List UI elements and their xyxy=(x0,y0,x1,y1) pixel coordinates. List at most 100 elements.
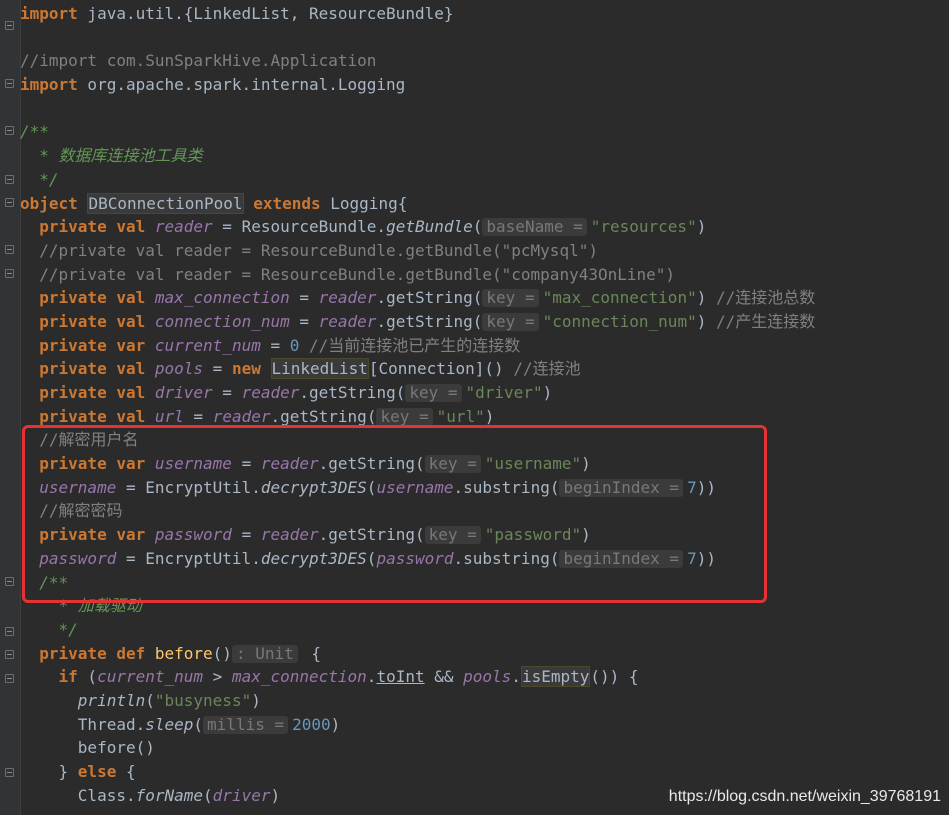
parameter-hint: key = xyxy=(482,312,539,331)
code-line[interactable]: private val driver = reader.getString(ke… xyxy=(20,381,949,405)
code-token: = xyxy=(289,288,319,308)
code-token: //产生连接数 xyxy=(715,311,816,331)
code-token: ( xyxy=(193,714,204,734)
code-token: * 数据库连接池工具类 xyxy=(20,146,203,166)
fold-marker-icon[interactable] xyxy=(5,674,14,683)
code-token: reader xyxy=(154,217,213,237)
code-token: private val xyxy=(39,359,146,379)
code-token: import xyxy=(20,75,78,95)
code-token: "url" xyxy=(436,406,485,426)
fold-marker-icon[interactable] xyxy=(5,269,14,278)
code-token: ) xyxy=(696,288,716,308)
code-line[interactable]: import org.apache.spark.internal.Logging xyxy=(20,73,949,97)
code-token: private val xyxy=(39,406,146,426)
parameter-hint: millis = xyxy=(203,715,289,734)
code-line[interactable]: private var current_num = 0 //当前连接池已产生的连… xyxy=(20,334,949,358)
code-token: reader xyxy=(241,383,300,402)
fold-marker-icon[interactable] xyxy=(5,126,14,135)
code-token: max_connection xyxy=(154,288,290,308)
code-line[interactable]: object DBConnectionPool extends Logging{ xyxy=(20,192,949,216)
fold-marker-icon[interactable] xyxy=(5,79,14,88)
code-line[interactable]: if (current_num > max_connection.toInt &… xyxy=(20,665,949,689)
code-token: = xyxy=(289,311,319,331)
code-token: "connection_num" xyxy=(542,311,697,331)
code-token: pools xyxy=(463,667,512,687)
code-token: .getString( xyxy=(376,288,483,308)
code-token: driver xyxy=(154,383,213,402)
code-line[interactable]: private val connection_num = reader.getS… xyxy=(20,310,949,334)
code-token: private val xyxy=(39,311,146,331)
code-token: if xyxy=(58,667,78,687)
code-token: ) xyxy=(484,406,495,426)
code-token: java.util.{LinkedList, ResourceBundle} xyxy=(77,4,454,23)
code-token: ) xyxy=(270,785,281,805)
code-token: //当前连接池已产生的连接数 xyxy=(309,335,521,355)
fold-marker-icon[interactable] xyxy=(5,198,14,207)
code-editor[interactable]: import java.util.{LinkedList, ResourceBu… xyxy=(20,2,949,807)
code-token: = xyxy=(260,335,290,355)
fold-marker-icon[interactable] xyxy=(5,21,14,30)
code-token: max_connection xyxy=(231,667,367,687)
code-token: . xyxy=(366,667,377,687)
code-line[interactable]: /** xyxy=(20,120,949,144)
fold-marker-icon[interactable] xyxy=(5,650,14,659)
code-line[interactable]: Thread.sleep(millis = 2000) xyxy=(20,713,949,737)
code-token: ) xyxy=(542,383,553,402)
code-token: ) xyxy=(696,217,707,237)
highlight-annotation-box xyxy=(22,425,767,603)
fold-marker-icon[interactable] xyxy=(5,768,14,777)
fold-marker-icon[interactable] xyxy=(5,245,14,254)
code-token: "max_connection" xyxy=(542,288,697,308)
code-line[interactable]: //import com.SunSparkHive.Application xyxy=(20,49,949,73)
fold-marker-icon[interactable] xyxy=(5,175,14,184)
code-token: Class. xyxy=(20,785,136,805)
code-token: current_num xyxy=(97,667,204,687)
code-token: //import com.SunSparkHive.Application xyxy=(20,51,377,71)
code-token: = xyxy=(212,383,242,402)
code-line[interactable] xyxy=(20,97,949,121)
code-token: //连接池总数 xyxy=(715,288,816,308)
code-line[interactable]: * 数据库连接池工具类 xyxy=(20,144,949,168)
code-token: extends xyxy=(253,193,321,213)
code-line[interactable]: private val reader = ResourceBundle.getB… xyxy=(20,215,949,239)
code-line[interactable]: import java.util.{LinkedList, ResourceBu… xyxy=(20,2,949,26)
parameter-hint: baseName = xyxy=(482,218,587,237)
code-token: //private val reader = ResourceBundle.ge… xyxy=(20,264,676,284)
code-token: sleep xyxy=(145,714,194,734)
code-line[interactable]: private val max_connection = reader.getS… xyxy=(20,286,949,310)
fold-marker-icon[interactable] xyxy=(5,627,14,636)
code-line[interactable]: before() xyxy=(20,736,949,760)
code-token: .getString( xyxy=(376,311,483,331)
code-token: */ xyxy=(20,169,59,189)
code-token: new xyxy=(231,359,261,379)
code-line[interactable]: //private val reader = ResourceBundle.ge… xyxy=(20,263,949,287)
code-line[interactable]: private val pools = new LinkedList[Conne… xyxy=(20,357,949,381)
code-token: private val xyxy=(39,217,146,237)
code-line[interactable]: */ xyxy=(20,168,949,192)
code-token: before() xyxy=(20,738,155,758)
code-line[interactable]: private def before(): Unit { xyxy=(20,642,949,666)
code-line[interactable]: } else { xyxy=(20,760,949,784)
code-token: "busyness" xyxy=(154,690,252,710)
code-token: forName xyxy=(135,785,204,805)
code-line[interactable]: //private val reader = ResourceBundle.ge… xyxy=(20,239,949,263)
code-line[interactable] xyxy=(20,26,949,50)
code-token: Logging{ xyxy=(320,193,408,213)
code-token: object xyxy=(20,193,78,213)
fold-marker-icon[interactable] xyxy=(5,577,14,586)
code-token: reader xyxy=(318,311,377,331)
code-line[interactable]: println("busyness") xyxy=(20,689,949,713)
code-line[interactable]: */ xyxy=(20,618,949,642)
